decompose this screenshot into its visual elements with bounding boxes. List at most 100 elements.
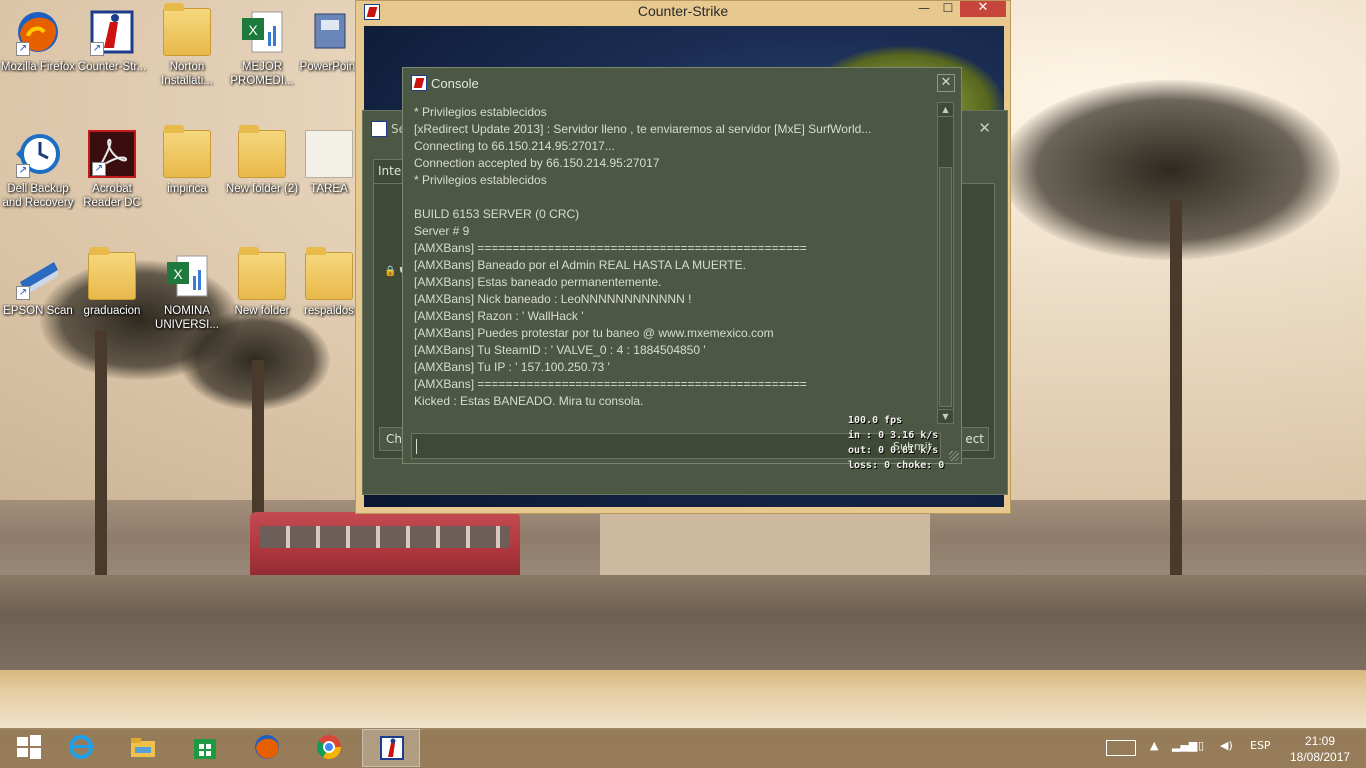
desktop-icon-label: impirica bbox=[167, 183, 207, 195]
desktop-icon-label: TAREA bbox=[310, 183, 348, 195]
console-line: [AMXBans] Estas baneado permanentemente. bbox=[414, 275, 662, 289]
desktop-icon-dell-backup[interactable]: ↗ Dell Backup and Recovery bbox=[0, 130, 76, 210]
console-line: Connecting to 66.150.214.95:27017... bbox=[414, 139, 615, 153]
desktop-icon-label: Mozilla Firefox bbox=[0, 61, 76, 73]
console-line: * Privilegios establecidos bbox=[414, 105, 547, 119]
desktop-icon-norton[interactable]: Norton Installati... bbox=[149, 3, 225, 88]
folder-icon bbox=[238, 125, 286, 178]
close-icon[interactable]: ✕ bbox=[978, 119, 991, 137]
counter-strike-icon bbox=[371, 121, 387, 137]
minimize-button[interactable]: — bbox=[912, 1, 936, 17]
excel-icon: X bbox=[163, 252, 211, 300]
store-icon bbox=[194, 739, 216, 759]
svg-text:X: X bbox=[248, 22, 258, 38]
desktop-icon-label: New folder (2) bbox=[225, 183, 299, 195]
show-hidden-icons-icon[interactable]: ▲ bbox=[1150, 739, 1158, 752]
console-output: * Privilegios establecidos [xRedirect Up… bbox=[411, 102, 937, 422]
acrobat-icon: ↗ bbox=[88, 130, 136, 178]
system-clock[interactable]: 21:09 18/08/2017 bbox=[1290, 733, 1350, 765]
desktop-icon-epson-scan[interactable]: ↗ EPSON Scan bbox=[0, 252, 76, 318]
taskbar-file-explorer[interactable] bbox=[114, 729, 172, 767]
console-line: Connection accepted by 66.150.214.95:270… bbox=[414, 156, 660, 170]
firefox-icon: ↗ bbox=[14, 8, 62, 56]
desktop-icon-acrobat[interactable]: ↗ Acrobat Reader DC bbox=[74, 130, 150, 210]
net-graph-overlay: 100.0 fps in : 0 3.16 k/s out: 0 0.81 k/… bbox=[848, 413, 958, 473]
console-line: [AMXBans] ==============================… bbox=[414, 241, 807, 255]
out-rate-readout: out: 0 0.81 k/s bbox=[848, 445, 939, 456]
wallpaper-wall bbox=[0, 575, 1366, 670]
console-line: Server # 9 bbox=[414, 224, 470, 238]
desktop-icon-tarea[interactable]: TAREA bbox=[298, 130, 360, 196]
folder-icon bbox=[88, 247, 136, 300]
desktop-icon-label: MEJOR PROMEDI... bbox=[230, 61, 294, 87]
desktop-icon-label: Dell Backup and Recovery bbox=[2, 183, 74, 209]
console-line: [AMXBans] Razon : ' WallHack ' bbox=[414, 309, 584, 323]
clock-time: 21:09 bbox=[1304, 734, 1336, 748]
desktop-icon-powerpoint[interactable]: PowerPoint bbox=[298, 8, 360, 74]
desktop-icon-mejor-promedio[interactable]: X MEJOR PROMEDI... bbox=[224, 8, 300, 88]
scroll-up-icon[interactable]: ▲ bbox=[938, 103, 953, 117]
scrollbar-thumb[interactable] bbox=[939, 167, 952, 407]
taskbar-firefox[interactable] bbox=[238, 729, 296, 767]
console-line: [AMXBans] Tu IP : ' 157.100.250.73 ' bbox=[414, 360, 610, 374]
desktop-icon-label: EPSON Scan bbox=[3, 305, 73, 317]
wallpaper-bus bbox=[250, 512, 520, 582]
taskbar-store[interactable] bbox=[176, 729, 234, 767]
volume-icon[interactable]: ◀) bbox=[1220, 739, 1233, 752]
desktop-icon-new-folder-2[interactable]: New folder (2) bbox=[224, 125, 300, 196]
close-button[interactable]: ✕ bbox=[937, 74, 955, 92]
wallpaper-building bbox=[600, 512, 930, 582]
taskbar-counter-strike[interactable] bbox=[362, 729, 420, 767]
desktop-icon-firefox[interactable]: ↗ Mozilla Firefox bbox=[0, 8, 76, 74]
desktop-icon-impirica[interactable]: impirica bbox=[149, 125, 225, 196]
keyboard-icon[interactable] bbox=[1106, 740, 1136, 756]
folder-icon bbox=[238, 247, 286, 300]
desktop-icon-nomina[interactable]: X NOMINA UNIVERSI... bbox=[149, 252, 225, 332]
console-dialog[interactable]: Console ✕ * Privilegios establecidos [xR… bbox=[402, 67, 962, 464]
clock-date: 18/08/2017 bbox=[1290, 750, 1351, 764]
document-thumbnail-icon bbox=[305, 130, 353, 178]
input-language[interactable]: ESP bbox=[1250, 739, 1271, 752]
excel-icon: X bbox=[238, 8, 286, 56]
folder-icon bbox=[305, 247, 353, 300]
in-rate-readout: in : 0 3.16 k/s bbox=[848, 430, 939, 441]
console-line: [AMXBans] Tu SteamID : ' VALVE_0 : 4 : 1… bbox=[414, 343, 706, 357]
start-button[interactable] bbox=[0, 729, 58, 767]
desktop-icon-label: graduacion bbox=[83, 305, 141, 317]
desktop-icon-label: New folder bbox=[234, 305, 290, 317]
desktop-icon-label: respaldos bbox=[304, 305, 354, 317]
signal-strength-icon[interactable]: ▂▄▆ bbox=[1172, 739, 1197, 752]
console-line: Kicked : Estas BANEADO. Mira tu consola. bbox=[414, 394, 644, 408]
firefox-icon bbox=[255, 735, 279, 759]
scanner-icon: ↗ bbox=[14, 252, 62, 300]
taskbar-chrome[interactable] bbox=[300, 729, 358, 767]
counter-strike-icon: ↗ bbox=[88, 8, 136, 56]
maximize-button[interactable]: ☐ bbox=[936, 1, 960, 17]
fps-readout: 100.0 fps bbox=[848, 415, 903, 426]
close-button[interactable]: ✕ bbox=[960, 1, 1006, 17]
desktop-icon-respaldos[interactable]: respaldos bbox=[298, 247, 360, 318]
folder-icon bbox=[163, 3, 211, 56]
loss-choke-readout: loss: 0 choke: 0 bbox=[848, 460, 945, 471]
console-line: * Privilegios establecidos bbox=[414, 173, 547, 187]
desktop-icon-label: PowerPoint bbox=[299, 61, 359, 73]
desktop-icon-graduacion[interactable]: graduacion bbox=[74, 247, 150, 318]
counter-strike-icon bbox=[411, 75, 427, 91]
counter-strike-icon bbox=[380, 736, 404, 760]
desktop-icon-counter-strike[interactable]: ↗ Counter-Str... bbox=[74, 8, 150, 74]
window-titlebar[interactable]: Counter-Strike — ☐ ✕ bbox=[356, 1, 1010, 24]
taskbar-internet-explorer[interactable] bbox=[52, 729, 110, 767]
text-caret bbox=[416, 439, 417, 454]
console-line: [AMXBans] Baneado por el Admin REAL HAST… bbox=[414, 258, 746, 272]
desktop-icon-label: Norton Installati... bbox=[161, 61, 213, 87]
console-scrollbar[interactable]: ▲ ▼ bbox=[937, 102, 954, 424]
desktop-icon-new-folder[interactable]: New folder bbox=[224, 247, 300, 318]
power-icon[interactable]: ▯ bbox=[1198, 739, 1204, 752]
desktop-icon-label: Acrobat Reader DC bbox=[83, 183, 141, 209]
wallpaper-road bbox=[0, 670, 1366, 730]
console-title: Console bbox=[431, 76, 479, 91]
console-line: [xRedirect Update 2013] : Servidor lleno… bbox=[414, 122, 872, 136]
console-line: [AMXBans] Puedes protestar por tu baneo … bbox=[414, 326, 774, 340]
folder-icon bbox=[163, 125, 211, 178]
